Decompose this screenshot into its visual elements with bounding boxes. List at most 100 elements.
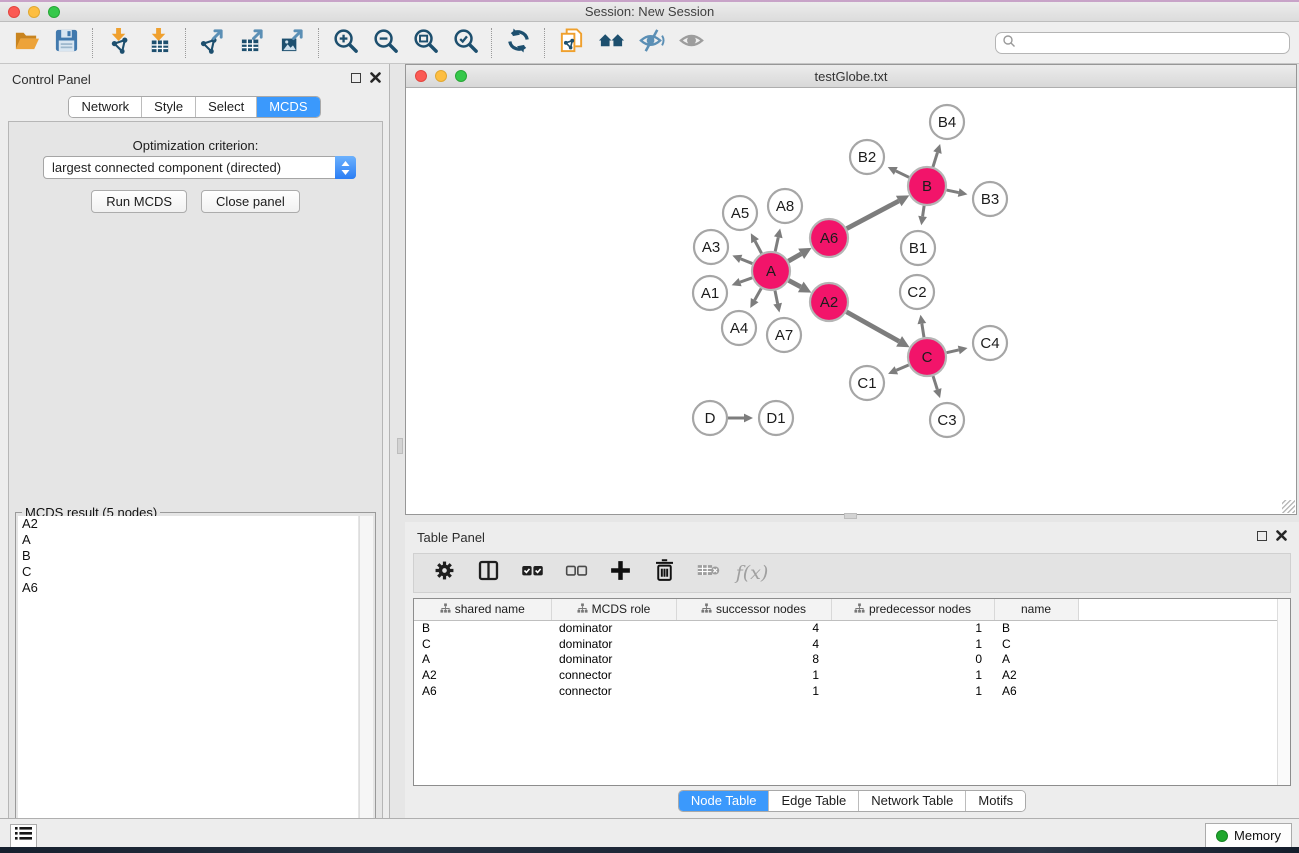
delete-row-button[interactable] [642, 555, 686, 591]
edge-A-A3[interactable] [741, 259, 753, 264]
cell-name[interactable]: A6 [994, 683, 1078, 699]
node-A2[interactable]: A2 [810, 283, 848, 321]
cell-shared-name[interactable]: A6 [414, 683, 551, 699]
cell-successor-nodes[interactable]: 1 [676, 667, 831, 683]
export-image-button[interactable] [272, 25, 312, 61]
node-C[interactable]: C [908, 338, 946, 376]
tab-edge-table[interactable]: Edge Table [768, 791, 858, 811]
tab-select[interactable]: Select [195, 97, 256, 117]
edge-B-B4[interactable] [933, 153, 937, 167]
cell-shared-name[interactable]: C [414, 636, 551, 652]
cell-name[interactable]: B [994, 620, 1078, 636]
table-row[interactable]: A2connector11A2 [414, 667, 1278, 683]
node-table-grid[interactable]: shared nameMCDS rolesuccessor nodesprede… [414, 599, 1278, 698]
cell-mcds-role[interactable]: connector [551, 683, 676, 699]
search-input[interactable] [995, 32, 1290, 54]
cell-successor-nodes[interactable]: 4 [676, 636, 831, 652]
node-A[interactable]: A [752, 252, 790, 290]
zoom-network-window-button[interactable] [455, 70, 467, 82]
settings-gear-button[interactable] [422, 555, 466, 591]
node-A4[interactable]: A4 [722, 311, 756, 345]
edge-C-C3[interactable] [933, 376, 937, 389]
open-file-button[interactable] [6, 25, 46, 61]
zoom-in-button[interactable] [325, 25, 365, 61]
edge-A-A6[interactable] [788, 254, 801, 261]
node-C2[interactable]: C2 [900, 275, 934, 309]
table-row[interactable]: A6connector11A6 [414, 683, 1278, 699]
node-B4[interactable]: B4 [930, 105, 964, 139]
vertical-scroll-thumb[interactable] [397, 438, 403, 454]
node-A1[interactable]: A1 [693, 276, 727, 310]
edge-A-A8[interactable] [775, 237, 778, 251]
network-canvas[interactable]: B4B2BB3A5A8A6A3B1AA1C2A2A4A7C4CC1C3DD1 [406, 89, 1296, 514]
edge-A2-C[interactable] [846, 312, 899, 342]
edge-B-B3[interactable] [947, 190, 959, 192]
zoom-out-button[interactable] [365, 25, 405, 61]
edge-A6-B[interactable] [847, 201, 899, 229]
zoom-fit-button[interactable] [405, 25, 445, 61]
cell-predecessor-nodes[interactable]: 1 [831, 667, 994, 683]
select-all-button[interactable] [510, 555, 554, 591]
import-table-button[interactable] [139, 25, 179, 61]
mcds-result-list[interactable]: A2ABCA6 [18, 516, 358, 853]
zoom-window-button[interactable] [48, 6, 60, 18]
close-window-button[interactable] [8, 6, 20, 18]
node-A3[interactable]: A3 [694, 230, 728, 264]
save-session-button[interactable] [46, 25, 86, 61]
node-B2[interactable]: B2 [850, 140, 884, 174]
column-header-name[interactable]: name [994, 599, 1078, 620]
node-A7[interactable]: A7 [767, 318, 801, 352]
tab-node-table[interactable]: Node Table [679, 791, 769, 811]
cell-name[interactable]: A [994, 651, 1078, 667]
node-A8[interactable]: A8 [768, 189, 802, 223]
cell-mcds-role[interactable]: dominator [551, 651, 676, 667]
horizontal-scroll-thumb[interactable] [844, 513, 857, 519]
cell-mcds-role[interactable]: dominator [551, 636, 676, 652]
minimize-network-window-button[interactable] [435, 70, 447, 82]
run-mcds-button[interactable]: Run MCDS [91, 190, 187, 213]
tab-motifs[interactable]: Motifs [965, 791, 1025, 811]
edge-C-C1[interactable] [896, 365, 908, 370]
float-panel-icon[interactable] [351, 73, 361, 83]
column-visibility-button[interactable] [466, 555, 510, 591]
float-table-panel-icon[interactable] [1257, 531, 1267, 541]
node-A5[interactable]: A5 [723, 196, 757, 230]
node-C3[interactable]: C3 [930, 403, 964, 437]
node-B3[interactable]: B3 [973, 182, 1007, 216]
node-A6[interactable]: A6 [810, 219, 848, 257]
column-header-mcds-role[interactable]: MCDS role [551, 599, 676, 620]
close-panel-icon[interactable] [370, 72, 381, 83]
add-row-button[interactable] [598, 555, 642, 591]
edge-A-A1[interactable] [740, 278, 752, 282]
cell-name[interactable]: C [994, 636, 1078, 652]
edge-B-B1[interactable] [923, 206, 925, 217]
table-row[interactable]: Adominator80A [414, 651, 1278, 667]
first-neighbors-button[interactable] [591, 25, 631, 61]
export-network-button[interactable] [192, 25, 232, 61]
edge-C-C2[interactable] [922, 324, 924, 338]
node-D[interactable]: D [693, 401, 727, 435]
network-window-titlebar[interactable]: testGlobe.txt [406, 65, 1296, 88]
minimize-window-button[interactable] [28, 6, 40, 18]
table-row[interactable]: Cdominator41C [414, 636, 1278, 652]
tab-mcds[interactable]: MCDS [256, 97, 319, 117]
node-C1[interactable]: C1 [850, 366, 884, 400]
cell-shared-name[interactable]: A [414, 651, 551, 667]
task-history-button[interactable] [10, 824, 37, 848]
function-builder-button[interactable]: f(x) [730, 555, 774, 591]
column-header-predecessor-nodes[interactable]: predecessor nodes [831, 599, 994, 620]
column-header-successor-nodes[interactable]: successor nodes [676, 599, 831, 620]
close-table-panel-icon[interactable] [1276, 530, 1287, 541]
cell-name[interactable]: A2 [994, 667, 1078, 683]
import-network-button[interactable] [99, 25, 139, 61]
criterion-dropdown[interactable]: largest connected component (directed) [43, 156, 356, 179]
cell-successor-nodes[interactable]: 4 [676, 620, 831, 636]
cell-predecessor-nodes[interactable]: 0 [831, 651, 994, 667]
edge-B-B2[interactable] [896, 171, 909, 177]
unselect-all-button[interactable] [554, 555, 598, 591]
column-header-shared-name[interactable]: shared name [414, 599, 551, 620]
edge-A-A2[interactable] [789, 280, 801, 286]
hide-graphics-button[interactable] [631, 25, 671, 61]
result-scrollbar[interactable] [359, 516, 373, 853]
export-table-button[interactable] [232, 25, 272, 61]
